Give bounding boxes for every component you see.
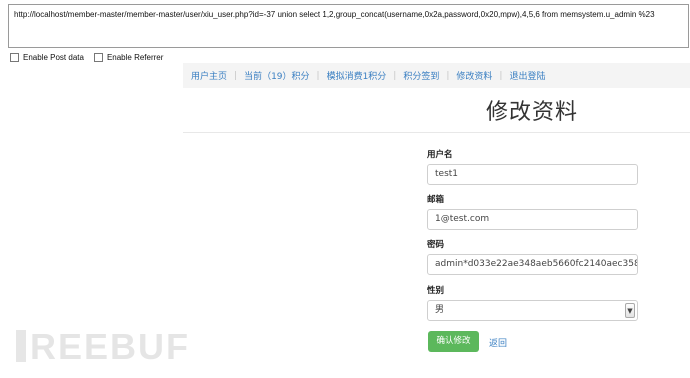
gender-select[interactable]: 男 ▼ [427, 300, 638, 321]
divider [183, 132, 690, 133]
password-field[interactable]: admin*d033e22ae348aeb5660fc2140aec35850c… [427, 254, 638, 275]
nav-separator: | [446, 70, 450, 81]
enable-referrer-option[interactable]: Enable Referrer [93, 52, 164, 62]
back-link[interactable]: 返回 [489, 336, 507, 349]
gender-label: 性别 [427, 286, 445, 296]
nav-simulate-spend[interactable]: 模拟消费1积分 [327, 69, 387, 82]
chevron-down-icon[interactable]: ▼ [625, 303, 635, 318]
nav-points-checkin[interactable]: 积分签到 [403, 69, 439, 82]
nav-separator: | [393, 70, 397, 81]
nav-separator: | [499, 70, 503, 81]
nav-separator: | [234, 70, 238, 81]
nav-user-home[interactable]: 用户主页 [191, 69, 227, 82]
top-nav: 用户主页 | 当前（19）积分 | 模拟消费1积分 | 积分签到 | 修改资料 … [183, 63, 690, 88]
submit-button[interactable]: 确认修改 [428, 331, 479, 352]
username-label: 用户名 [427, 150, 453, 160]
gender-selected-value: 男 [435, 305, 445, 315]
url-textarea[interactable]: http://localhost/member-master/member-ma… [8, 4, 689, 48]
nav-separator: | [316, 70, 320, 81]
enable-post-checkbox[interactable] [10, 52, 19, 62]
watermark-bar [16, 330, 26, 362]
nav-logout[interactable]: 退出登陆 [509, 69, 545, 82]
enable-post-label: Enable Post data [23, 52, 84, 62]
password-label: 密码 [427, 240, 445, 250]
email-field[interactable]: 1@test.com [427, 209, 638, 230]
enable-referrer-label: Enable Referrer [106, 52, 164, 62]
nav-current-points[interactable]: 当前（19）积分 [244, 69, 309, 82]
page-title: 修改资料 [486, 100, 579, 125]
freebuf-watermark-logo: REEBUF [16, 326, 190, 368]
nav-edit-profile[interactable]: 修改资料 [456, 69, 492, 82]
enable-post-option[interactable]: Enable Post data [10, 52, 84, 62]
hackbar-options: Enable Post data Enable Referrer [10, 51, 173, 63]
enable-referrer-checkbox[interactable] [93, 52, 103, 62]
email-label: 邮箱 [427, 195, 445, 205]
username-field[interactable]: test1 [427, 164, 638, 185]
